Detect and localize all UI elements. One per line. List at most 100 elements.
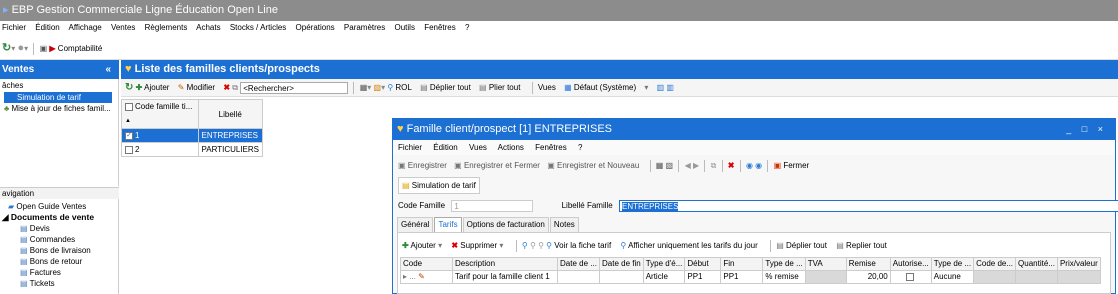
menu-edition[interactable]: Édition	[35, 23, 59, 32]
next-icon[interactable]: ▶	[693, 161, 699, 170]
code-famille-field[interactable]: 1	[451, 199, 534, 212]
nav-forward-icon[interactable]: ◉	[755, 161, 762, 170]
menu-help[interactable]: ?	[465, 23, 469, 32]
delete-icon[interactable]: ✖	[223, 83, 230, 92]
dialog-menu-actions[interactable]: Actions	[498, 143, 524, 152]
grid-cell-tva[interactable]	[804, 270, 847, 284]
grid-cell-code-de[interactable]	[973, 270, 1017, 284]
column-header-fin[interactable]: Fin	[720, 257, 764, 271]
column-header-prix-valeur[interactable]: Prix/valeur	[1056, 257, 1101, 271]
nav-item-open-guide[interactable]: ▰ Open Guide Ventes	[0, 201, 118, 212]
collapse-all-button[interactable]: ▤ Replier tout	[836, 241, 887, 250]
add-button[interactable]: ✚ Ajouter	[136, 83, 170, 92]
comptabilite-icon[interactable]: ▶	[49, 44, 55, 53]
column-header-code[interactable]: Code	[400, 257, 453, 271]
nav-item-bons-retour[interactable]: ▤ Bons de retour	[0, 256, 118, 267]
grid-cell-prix-valeur[interactable]	[1056, 270, 1101, 284]
select-all-checkbox[interactable]	[125, 102, 133, 111]
preview-icon[interactable]: ▧	[666, 161, 674, 170]
dialog-menu-vues[interactable]: Vues	[469, 143, 487, 152]
column-header-type-element[interactable]: Type d'é...	[642, 257, 686, 271]
menu-operations[interactable]: Opérations	[296, 23, 335, 32]
view-tarif-button[interactable]: ⚲ Voir la fiche tarif	[546, 241, 611, 250]
previous-icon[interactable]: ◀	[685, 161, 691, 170]
modify-button[interactable]: ✎ Modifier	[178, 83, 215, 92]
column-header-type-arrondi[interactable]: Type de ...	[930, 257, 975, 271]
column-header-type-remise[interactable]: Type de ...	[762, 257, 806, 271]
comptabilite-button[interactable]: Comptabilité	[58, 44, 102, 53]
table-row[interactable]: ✓ 1 ENTREPRISES	[121, 128, 263, 143]
save-close-button[interactable]: ▣ Enregistrer et Fermer	[454, 161, 540, 170]
libelle-famille-field[interactable]: ENTREPRISES	[618, 199, 1118, 212]
nav-item-documents[interactable]: ◢ Documents de vente	[0, 212, 118, 223]
print-icon[interactable]: ▦	[656, 161, 664, 170]
close-button[interactable]: ▣ Fermer	[774, 161, 810, 170]
collapse-all-button[interactable]: ▤ Plier tout	[479, 83, 520, 92]
row-checkbox[interactable]: ✓	[125, 131, 133, 140]
copy-icon[interactable]: ⧉	[711, 161, 717, 170]
grid-cell-code[interactable]: ▸ ... ✎	[400, 270, 453, 284]
save-button[interactable]: ▣ Enregistrer	[398, 161, 447, 170]
nav-item-devis[interactable]: ▤ Devis	[0, 223, 118, 234]
search-input[interactable]: <Rechercher>	[240, 81, 349, 94]
column-header-description[interactable]: Description	[452, 257, 558, 271]
autorise-checkbox[interactable]	[905, 272, 914, 281]
menu-fenetres[interactable]: Fenêtres	[424, 23, 456, 32]
grid-cell-type-arrondi[interactable]: Aucune	[930, 270, 975, 284]
search-icon[interactable]: ⚲	[522, 241, 528, 250]
expand-all-button[interactable]: ▤ Déplier tout	[776, 241, 827, 250]
window-icon[interactable]: ▣	[40, 44, 48, 53]
column-header-libelle[interactable]: Libellé	[197, 99, 263, 129]
grid-cell-type-element[interactable]: Article	[642, 270, 686, 284]
views-button[interactable]: Vues	[538, 83, 556, 92]
table-row[interactable]: 2 PARTICULIERS	[121, 142, 263, 157]
expand-icon[interactable]: ◢	[2, 212, 9, 222]
copy-icon[interactable]: ⧉	[232, 83, 238, 92]
column-header-code[interactable]: Code famille ti... ▲	[121, 99, 199, 129]
save-new-button[interactable]: ▣ Enregistrer et Nouveau	[547, 161, 639, 170]
sidebar-item-simulation[interactable]: Simulation de tarif	[4, 92, 112, 103]
expand-all-button[interactable]: ▤ Déplier tout	[420, 83, 471, 92]
nav-back-icon[interactable]: ◉	[746, 161, 753, 170]
search-icon[interactable]: ⚲	[530, 241, 536, 250]
today-tarifs-button[interactable]: ⚲ Afficher uniquement les tarifs du jour	[620, 241, 757, 250]
export-icon[interactable]: ▧	[374, 83, 382, 92]
search-icon[interactable]: ⚲	[538, 241, 544, 250]
column-header-code-de[interactable]: Code de...	[973, 257, 1017, 271]
grid-settings-icon[interactable]: ▥	[666, 83, 674, 92]
grid-cell-fin[interactable]: PP1	[720, 270, 764, 284]
tab-tarifs[interactable]: Tarifs	[434, 217, 462, 232]
grid-cell-description[interactable]: Tarif pour la famille client 1	[452, 270, 558, 284]
column-chooser-icon[interactable]: ▥	[657, 83, 665, 92]
nav-item-tickets[interactable]: ▤ Tickets	[0, 278, 118, 289]
tab-options-facturation[interactable]: Options de facturation	[462, 217, 549, 232]
nav-item-bons-livraison[interactable]: ▤ Bons de livraison	[0, 245, 118, 256]
column-header-autorise[interactable]: Autorise...	[889, 257, 932, 271]
add-tarif-button[interactable]: ✚ Ajouter ▾	[402, 241, 442, 250]
table-row[interactable]: ▸ ... ✎ Tarif pour la famille client 1 A…	[400, 270, 1101, 284]
grid-cell-type-remise[interactable]: % remise	[762, 270, 806, 284]
view-select[interactable]: ▦ Défaut (Système) ▾	[564, 83, 648, 92]
menu-ventes[interactable]: Ventes	[111, 23, 135, 32]
menu-outils[interactable]: Outils	[395, 23, 415, 32]
simulation-button[interactable]: ▤ Simulation de tarif	[398, 177, 480, 194]
sidebar-collapse-icon[interactable]: «	[105, 60, 111, 79]
tab-notes[interactable]: Notes	[549, 217, 579, 232]
menu-stocks[interactable]: Stocks / Articles	[230, 23, 286, 32]
rol-button[interactable]: ⚲ ROL	[387, 83, 412, 92]
row-checkbox[interactable]	[125, 145, 133, 154]
grid-cell-quantite[interactable]	[1015, 270, 1058, 284]
tab-general[interactable]: Général	[397, 217, 434, 232]
grid-cell-date-debut[interactable]	[557, 270, 600, 284]
menu-fichier[interactable]: Fichier	[2, 23, 26, 32]
grid-cell-remise[interactable]: 20,00	[845, 270, 891, 284]
menu-achats[interactable]: Achats	[196, 23, 220, 32]
column-header-debut[interactable]: Début	[684, 257, 722, 271]
back-icon[interactable]: ↻	[2, 42, 11, 54]
dialog-menu-edition[interactable]: Édition	[433, 143, 457, 152]
dialog-menu-fenetres[interactable]: Fenêtres	[535, 143, 567, 152]
grid-cell-date-fin[interactable]	[599, 270, 644, 284]
menu-parametres[interactable]: Paramètres	[344, 23, 385, 32]
column-header-tva[interactable]: TVA	[804, 257, 847, 271]
column-header-date-fin[interactable]: Date de fin	[599, 257, 644, 271]
